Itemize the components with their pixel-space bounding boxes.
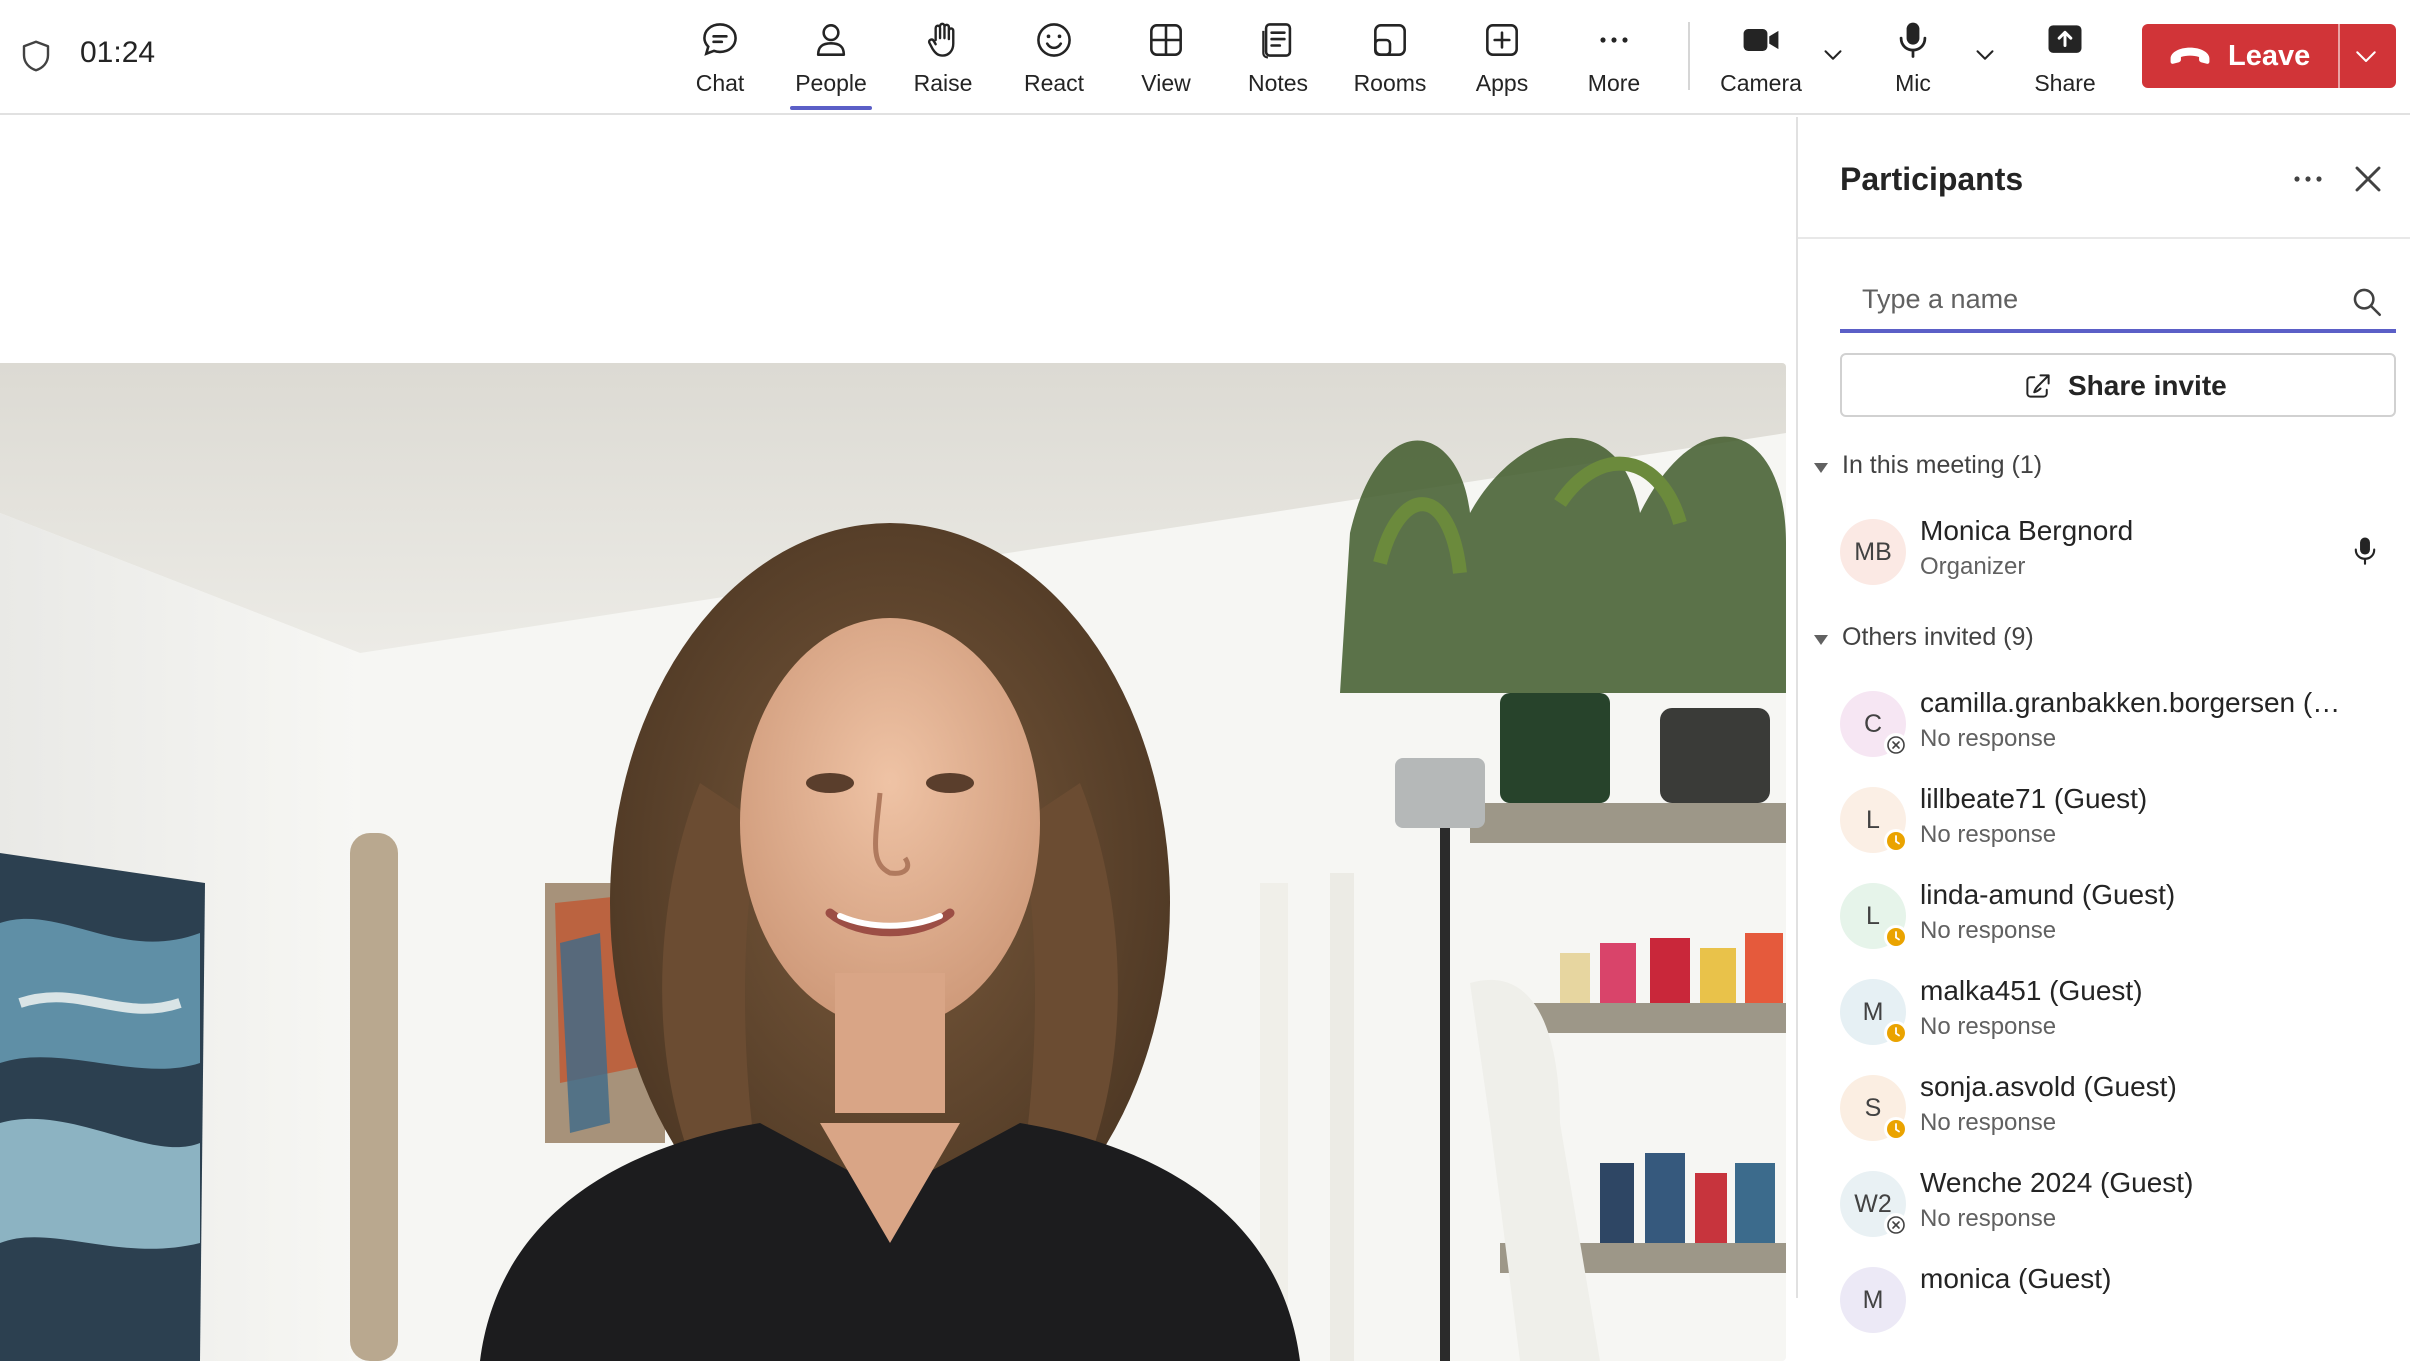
participant-name: lillbeate71 (Guest) [1920,783,2148,814]
chat-label: Chat [695,70,745,96]
raise-hand-button[interactable]: Raise [888,0,998,115]
mic-label: Mic [1895,70,1931,96]
video-frame-illustration [0,363,1786,1361]
avatar: M [1840,1267,1906,1333]
react-label: React [1023,70,1085,96]
participant-row[interactable]: S sonja.asvold (Guest) No response [1840,1061,2396,1151]
participant-response: No response [1920,1205,2057,1232]
participants-panel: Participants Share invite In this meetin… [1796,117,2410,1333]
participant-row[interactable]: L linda-amund (Guest) No response [1840,869,2396,959]
declined-status-icon [1884,733,1908,757]
declined-status-icon [1884,1213,1908,1237]
chat-icon [703,23,737,56]
mic-icon [1899,22,1927,58]
more-button[interactable]: More [1559,0,1669,115]
participant-name: sonja.asvold (Guest) [1920,1071,2177,1102]
rooms-icon [1374,24,1406,56]
participant-response: No response [1920,1109,2057,1136]
participant-role: Organizer [1920,553,2026,580]
view-grid-icon [1150,24,1182,56]
section-label: In this meeting (1) [1842,451,2043,479]
leave-button[interactable]: Leave [2142,24,2396,88]
collapse-triangle-icon [1814,463,1828,473]
participant-row[interactable]: M malka451 (Guest) No response [1840,965,2396,1055]
participant-name: Wenche 2024 (Guest) [1920,1167,2194,1198]
panel-more-options-icon[interactable] [2286,157,2330,201]
people-label: People [795,70,867,96]
away-clock-status-icon [1884,829,1908,853]
camera-icon [1743,29,1779,51]
notes-button[interactable]: Notes [1223,0,1333,115]
share-invite-button[interactable]: Share invite [1840,353,2396,417]
video-stage [0,117,1796,1361]
close-icon[interactable] [2346,157,2390,201]
people-icon [816,24,846,56]
avatar: MB [1840,519,1906,585]
mic-icon[interactable] [2348,531,2382,571]
active-tab-indicator [790,106,872,110]
participant-name: monica (Guest) [1920,1263,2112,1294]
search-icon[interactable] [2350,285,2384,319]
raise-hand-icon [927,22,955,57]
people-button[interactable]: People [776,0,886,115]
share-button[interactable]: Share [2010,0,2120,115]
shield-icon [22,40,50,72]
apps-button[interactable]: Apps [1447,0,1557,115]
section-label: Others invited (9) [1842,623,2034,651]
notes-label: Notes [1247,70,1309,96]
panel-divider [1798,237,2410,239]
more-label: More [1587,70,1641,96]
panel-title: Participants [1840,161,2024,197]
participant-response: No response [1920,725,2057,752]
participant-name: Monica Bergnord [1920,515,2134,546]
camera-button[interactable]: Camera [1706,0,1816,115]
share-tray-icon [2048,25,2082,53]
meeting-toolbar: 01:24 Chat People Raise React View Notes… [0,0,2410,115]
share-invite-label: Share invite [2068,370,2227,401]
notes-icon [1262,23,1292,59]
raise-label: Raise [913,70,973,96]
participant-response: No response [1920,1013,2057,1040]
participant-row[interactable]: M monica (Guest) [1840,1253,2396,1343]
participant-search [1840,267,2396,333]
collapse-triangle-icon [1814,635,1828,645]
participant-row[interactable]: L lillbeate71 (Guest) No response [1840,773,2396,863]
participant-row[interactable]: W2 Wenche 2024 (Guest) No response [1840,1157,2396,1247]
participant-name: linda-amund (Guest) [1920,879,2176,910]
participant-response: No response [1920,917,2057,944]
participant-name: camilla.granbakken.borgersen (… [1920,687,2341,718]
camera-options-chevron-down-icon[interactable] [1818,40,1848,70]
mic-button[interactable]: Mic [1858,0,1968,115]
participant-video-feed[interactable] [0,363,1786,1361]
share-label: Share [2034,70,2096,96]
camera-label: Camera [1720,70,1802,96]
participant-row[interactable]: C camilla.granbakken.borgersen (… No res… [1840,677,2396,767]
leave-separator [2338,24,2340,88]
mic-options-chevron-down-icon[interactable] [1970,40,2000,70]
meeting-timer: 01:24 [80,36,156,69]
leave-options-chevron-down-icon[interactable] [2348,41,2384,71]
away-clock-status-icon [1884,1117,1908,1141]
away-clock-status-icon [1884,1021,1908,1045]
more-dots-icon [1600,37,1628,43]
rooms-label: Rooms [1353,70,1427,96]
away-clock-status-icon [1884,925,1908,949]
chat-button[interactable]: Chat [665,0,775,115]
view-label: View [1141,70,1191,96]
react-smiley-icon [1037,23,1071,57]
participant-response: No response [1920,821,2057,848]
view-button[interactable]: View [1111,0,1221,115]
search-input[interactable] [1862,277,2322,321]
toolbar-divider [1688,22,1690,90]
apps-label: Apps [1475,70,1529,96]
leave-label: Leave [2228,40,2311,72]
react-button[interactable]: React [999,0,1109,115]
share-invite-icon [2026,374,2050,398]
apps-add-icon [1486,24,1518,56]
participant-row[interactable]: MB Monica Bergnord Organizer [1840,505,2396,595]
participant-name: malka451 (Guest) [1920,975,2143,1006]
hang-up-phone-icon [2170,47,2210,64]
rooms-button[interactable]: Rooms [1335,0,1445,115]
